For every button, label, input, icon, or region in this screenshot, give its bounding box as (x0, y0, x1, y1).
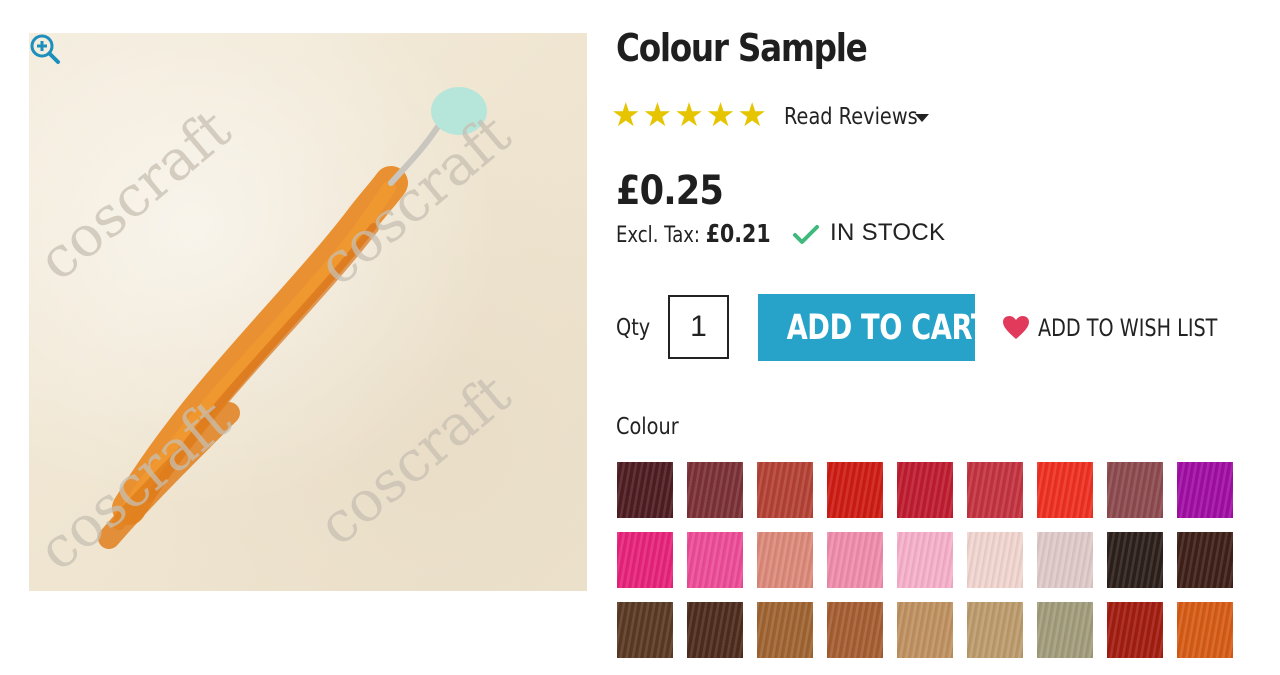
colour-swatch[interactable] (757, 462, 813, 518)
read-reviews-link[interactable]: Read Reviews (784, 104, 918, 130)
star-icon: ★ (611, 96, 641, 133)
colour-label: Colour (616, 414, 679, 440)
star-icon: ★ (705, 96, 736, 133)
product-image[interactable]: coscraft coscraft coscraft coscraft (29, 33, 587, 591)
add-to-cart-label: ADD TO CART (786, 307, 975, 348)
watermark-1: coscraft (29, 97, 243, 294)
zoom-in-icon[interactable] (29, 33, 61, 65)
colour-swatch[interactable] (617, 602, 673, 658)
colour-swatch[interactable] (1107, 602, 1163, 658)
watermark-4: coscraft (306, 362, 523, 559)
colour-swatch[interactable] (827, 602, 883, 658)
product-price: £0.25 (616, 168, 724, 214)
excl-tax-label: Excl. Tax: (616, 223, 700, 248)
watermark-2: coscraft (306, 102, 523, 299)
caret-down-icon[interactable] (915, 114, 929, 122)
colour-swatch[interactable] (897, 532, 953, 588)
add-to-wishlist-label: ADD TO WISH LIST (1038, 314, 1218, 342)
qty-label: Qty (616, 315, 651, 341)
star-icon: ★ (674, 96, 704, 133)
excl-tax: Excl. Tax: £0.21 (616, 219, 771, 248)
star-icon: ★ (642, 96, 673, 133)
check-icon (793, 225, 819, 244)
colour-swatch[interactable] (1037, 462, 1093, 518)
colour-swatch[interactable] (1177, 602, 1233, 658)
colour-swatch[interactable] (1037, 602, 1093, 658)
colour-swatch[interactable] (967, 602, 1023, 658)
stock-status: IN STOCK (830, 219, 946, 246)
heart-icon (1003, 316, 1029, 339)
colour-swatch[interactable] (687, 462, 743, 518)
hair-sample-illustration: coscraft coscraft coscraft coscraft (29, 87, 523, 584)
colour-swatch[interactable] (827, 462, 883, 518)
star-icon: ★ (737, 96, 767, 133)
colour-swatch-grid (617, 462, 1237, 675)
colour-swatch[interactable] (967, 532, 1023, 588)
excl-tax-price: £0.21 (705, 219, 771, 248)
colour-swatch[interactable] (687, 532, 743, 588)
add-to-cart-button[interactable]: ADD TO CART (758, 294, 975, 361)
colour-swatch[interactable] (757, 532, 813, 588)
rating-stars: ★ ★ ★ ★ ★ (611, 98, 767, 132)
colour-swatch[interactable] (1107, 532, 1163, 588)
colour-swatch[interactable] (897, 602, 953, 658)
product-title: Colour Sample (616, 26, 868, 70)
colour-swatch[interactable] (687, 602, 743, 658)
colour-swatch[interactable] (1037, 532, 1093, 588)
colour-swatch[interactable] (897, 462, 953, 518)
colour-swatch[interactable] (757, 602, 813, 658)
colour-swatch[interactable] (617, 462, 673, 518)
colour-swatch[interactable] (1177, 462, 1233, 518)
qty-input[interactable] (668, 295, 729, 359)
colour-swatch[interactable] (827, 532, 883, 588)
add-to-wishlist-link[interactable]: ADD TO WISH LIST (1002, 314, 1262, 342)
colour-swatch[interactable] (967, 462, 1023, 518)
colour-swatch[interactable] (617, 532, 673, 588)
colour-swatch[interactable] (1107, 462, 1163, 518)
colour-swatch[interactable] (1177, 532, 1233, 588)
watermark-3: coscraft (29, 387, 243, 584)
